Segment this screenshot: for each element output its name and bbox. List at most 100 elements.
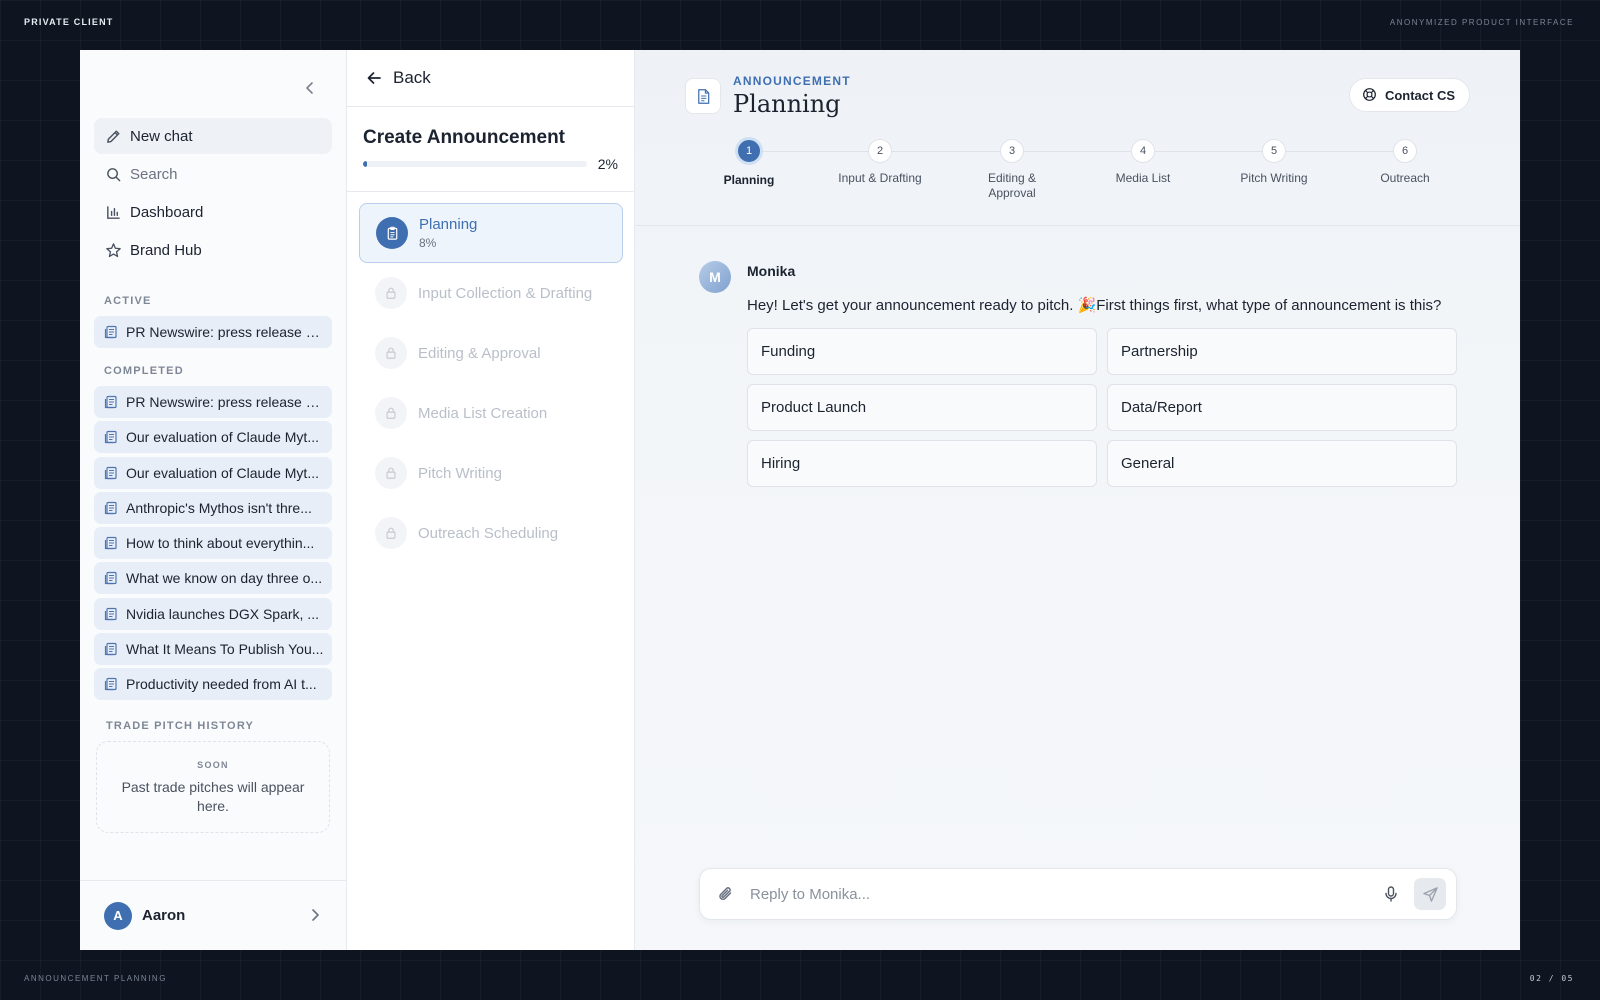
- document-icon: [104, 677, 118, 691]
- step-pitch-writing: Pitch Writing: [359, 443, 623, 503]
- option-product-launch[interactable]: Product Launch: [747, 384, 1097, 431]
- stepper-label: Outreach: [1380, 171, 1430, 185]
- stepper-label: Media List: [1115, 171, 1171, 185]
- stepper-step-planning[interactable]: 1 Planning: [694, 137, 804, 188]
- stepper-step-media-list: 4 Media List: [1088, 139, 1198, 186]
- brand-hub-label: Brand Hub: [130, 241, 202, 259]
- document-icon: [104, 325, 118, 339]
- stepper-step-editing-approval: 3 Editing & Approval: [957, 139, 1067, 201]
- step-planning[interactable]: Planning 8%: [359, 203, 623, 263]
- search-icon: [104, 165, 122, 183]
- search-button[interactable]: Search: [94, 156, 332, 192]
- back-label: Back: [393, 68, 431, 87]
- steps-panel: Back Create Announcement 2% Planning 8% …: [347, 50, 635, 950]
- chat-item-label: Anthropic's Mythos isn't thre...: [126, 499, 312, 516]
- document-icon: [104, 642, 118, 656]
- document-icon: [104, 536, 118, 550]
- progress-fill: [363, 161, 368, 167]
- avatar: M: [699, 261, 731, 293]
- completed-chat-list: PR Newswire: press release d... Our eval…: [94, 386, 332, 704]
- completed-section-title: COMPLETED: [104, 365, 184, 377]
- document-icon: [104, 466, 118, 480]
- active-chat-list: PR Newswire: press release d...: [94, 316, 332, 351]
- reply-input[interactable]: [750, 885, 1382, 903]
- option-partnership[interactable]: Partnership: [1107, 328, 1457, 375]
- user-name: Aaron: [142, 907, 186, 924]
- dashboard-button[interactable]: Dashboard: [94, 194, 332, 230]
- stepper-label: Pitch Writing: [1240, 171, 1308, 185]
- chat-item[interactable]: Our evaluation of Claude Myt...: [94, 456, 332, 489]
- chat-item-label: What It Means To Publish You...: [126, 641, 324, 658]
- arrow-left-icon: [365, 69, 383, 87]
- send-icon: [1422, 886, 1438, 902]
- lock-icon: [375, 397, 407, 429]
- contact-cs-button[interactable]: Contact CS: [1348, 78, 1470, 112]
- trade-pitch-history-title: TRADE PITCH HISTORY: [106, 720, 255, 732]
- option-general[interactable]: General: [1107, 440, 1457, 487]
- stepper-label: Input & Drafting: [838, 171, 922, 185]
- send-button[interactable]: [1414, 878, 1446, 910]
- chat-item[interactable]: Anthropic's Mythos isn't thre...: [94, 491, 332, 524]
- sidebar-nav: New chat Search Dashboard Brand Hub: [94, 118, 332, 270]
- document-icon: [685, 78, 721, 114]
- chat-item-label: How to think about everythin...: [126, 535, 315, 552]
- stepper-step-pitch-writing: 5 Pitch Writing: [1219, 139, 1329, 186]
- chat-item[interactable]: What It Means To Publish You...: [94, 633, 332, 666]
- overall-progress-bar: [363, 161, 587, 167]
- stepper-number: 3: [1000, 139, 1024, 163]
- option-hiring[interactable]: Hiring: [747, 440, 1097, 487]
- chat-item-label: Our evaluation of Claude Myt...: [126, 464, 319, 481]
- active-section-title: ACTIVE: [104, 295, 152, 307]
- stepper-step-outreach: 6 Outreach: [1350, 139, 1460, 186]
- option-data-report[interactable]: Data/Report: [1107, 384, 1457, 431]
- sidebar: New chat Search Dashboard Brand Hub ACTI…: [80, 50, 347, 950]
- trade-pitch-placeholder: SOON Past trade pitches will appear here…: [96, 741, 330, 833]
- chat-item[interactable]: How to think about everythin...: [94, 527, 332, 560]
- chat-item-label: Our evaluation of Claude Myt...: [126, 429, 319, 446]
- message-author: Monika: [747, 263, 796, 279]
- frame-label-bottom-left: ANNOUNCEMENT PLANNING: [24, 974, 167, 983]
- step-input-collection: Input Collection & Drafting: [359, 263, 623, 323]
- page-title: Planning: [733, 90, 841, 118]
- frame-label-top-right: ANONYMIZED PRODUCT INTERFACE: [1389, 18, 1574, 27]
- step-label: Media List Creation: [418, 404, 548, 422]
- document-icon: [104, 571, 118, 585]
- stepper-number: 2: [868, 139, 892, 163]
- lock-icon: [375, 277, 407, 309]
- lock-icon: [375, 457, 407, 489]
- paperclip-icon[interactable]: [716, 884, 736, 904]
- divider: [347, 191, 634, 192]
- progress-percent: 2%: [597, 156, 618, 172]
- chat-item[interactable]: Nvidia launches DGX Spark, ...: [94, 597, 332, 630]
- chat-item[interactable]: PR Newswire: press release d...: [94, 316, 332, 348]
- step-outreach-scheduling: Outreach Scheduling: [359, 503, 623, 563]
- option-funding[interactable]: Funding: [747, 328, 1097, 375]
- panel-title: Create Announcement: [363, 127, 565, 148]
- search-label: Search: [130, 165, 178, 183]
- pencil-icon: [104, 127, 122, 145]
- step-progress: 8%: [419, 236, 437, 250]
- main-content: ANNOUNCEMENT Planning Contact CS 1 Plann…: [635, 50, 1520, 950]
- stepper-label: Planning: [723, 173, 775, 187]
- chat-item[interactable]: Productivity needed from AI t...: [94, 668, 332, 701]
- new-chat-button[interactable]: New chat: [94, 118, 332, 154]
- chat-item-label: PR Newswire: press release d...: [126, 324, 326, 340]
- stepper-number: 6: [1393, 139, 1417, 163]
- contact-cs-label: Contact CS: [1384, 87, 1455, 103]
- back-button[interactable]: Back: [347, 50, 634, 107]
- collapse-sidebar-icon[interactable]: [302, 80, 318, 96]
- step-label: Pitch Writing: [418, 464, 502, 482]
- chat-item[interactable]: PR Newswire: press release d...: [94, 386, 332, 418]
- document-icon: [104, 395, 118, 409]
- chat-item[interactable]: What we know on day three o...: [94, 562, 332, 595]
- step-label: Planning: [419, 216, 478, 233]
- user-profile-row[interactable]: A Aaron: [80, 880, 346, 950]
- frame-page-counter: 02 / 05: [1529, 974, 1574, 983]
- document-icon: [104, 430, 118, 444]
- brand-hub-button[interactable]: Brand Hub: [94, 232, 332, 268]
- stepper-number: 1: [735, 137, 763, 165]
- microphone-icon[interactable]: [1382, 885, 1400, 903]
- document-icon: [104, 501, 118, 515]
- chat-item[interactable]: Our evaluation of Claude Myt...: [94, 421, 332, 454]
- lock-icon: [375, 337, 407, 369]
